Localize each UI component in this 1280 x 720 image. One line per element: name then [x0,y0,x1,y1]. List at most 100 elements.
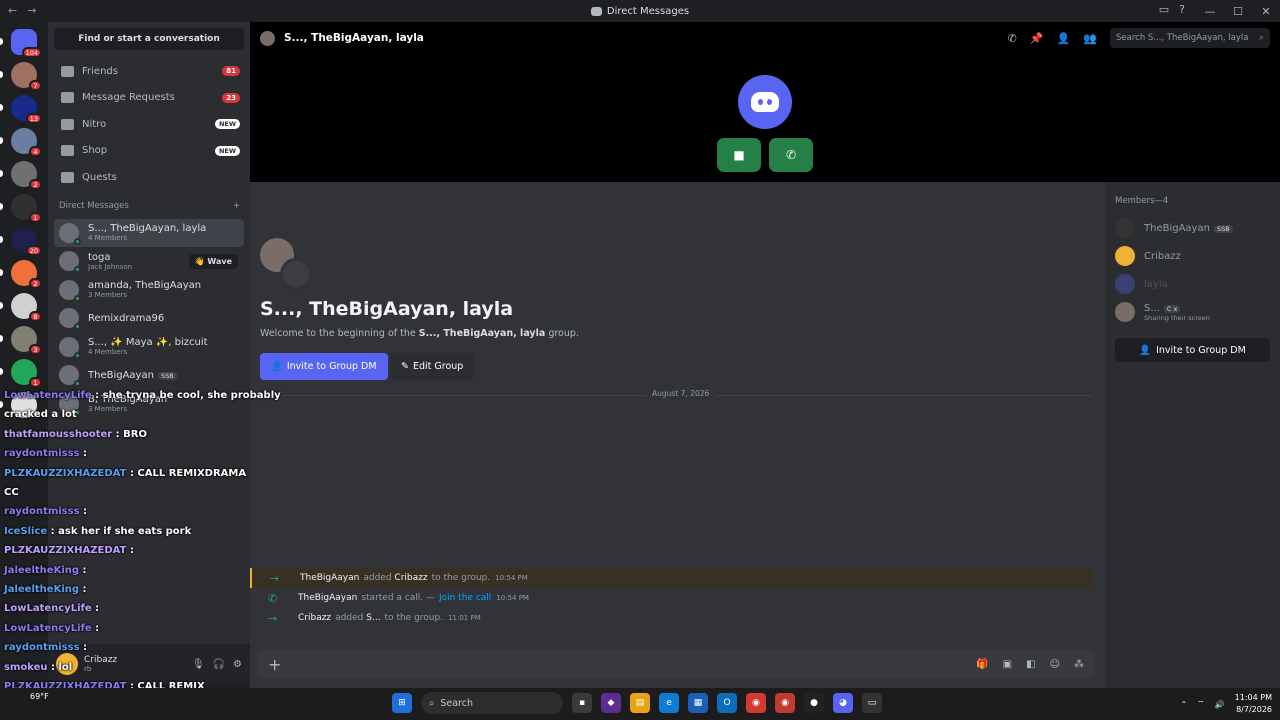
dm-subtext: 3 Members [88,291,128,300]
message-composer[interactable]: + 🎁 ▣ ◧ ☺ ⁂ [258,650,1094,678]
server-icon[interactable]: 20 [0,227,42,256]
message-timestamp: 10:54 PM [496,594,529,602]
nav-message-requests[interactable]: Message Requests 23 [48,85,250,112]
store-icon[interactable]: ▦ [688,693,708,713]
member-item[interactable]: layla [1115,270,1270,298]
outlook-icon[interactable]: O [717,693,737,713]
app-icon[interactable]: ▭ [862,693,882,713]
headphones-icon[interactable]: 🎧 [213,659,225,670]
message-target[interactable]: Cribazz [394,573,427,583]
taskbar-search-label: Search [440,697,473,709]
nav-friends[interactable]: Friends 81 [48,58,250,85]
chrome-icon[interactable]: ◉ [746,693,766,713]
message-author[interactable]: TheBigAayan [300,573,359,583]
wave-button[interactable]: 👋 Wave [188,253,238,269]
apps-icon[interactable]: ⁂ [1074,659,1084,670]
emoji-icon[interactable]: ☺ [1050,659,1060,670]
chrome-profile-icon[interactable]: ◉ [775,693,795,713]
help-icon[interactable]: ? [1179,3,1185,16]
create-dm-icon[interactable]: + [233,201,240,215]
server-icon[interactable]: 4 [0,128,42,157]
back-icon[interactable]: ← [8,4,17,17]
call-icon: ✆ [268,591,278,605]
forward-icon[interactable]: → [27,4,36,17]
dm-item[interactable]: amanda, TheBigAayan 3 Members [54,276,244,305]
nav-quests[interactable]: Quests [48,164,250,191]
join-call-link[interactable]: Join the call [439,593,491,603]
file-explorer-icon[interactable]: ▤ [630,693,650,713]
unread-indicator [0,104,3,111]
invite-to-group-button[interactable]: 👤 Invite to Group DM [260,353,388,380]
tray-chevron-icon[interactable]: ⌃ [1180,700,1187,709]
message-author[interactable]: Cribazz [298,613,331,623]
pin-icon[interactable]: 📌 [1030,32,1044,45]
dm-item[interactable]: toga Jack Johnson 👋 Wave [54,247,244,276]
server-icon[interactable]: 2 [0,161,42,190]
call-area: ■ ✆ [250,54,1280,182]
inbox-icon[interactable]: ▭ [1159,3,1169,16]
server-icon[interactable]: 1 [0,359,42,388]
clock-time: 11:04 PM [1234,693,1272,702]
settings-gear-icon[interactable]: ⚙ [233,659,242,670]
obs-icon[interactable]: ● [804,693,824,713]
edge-icon[interactable]: e [659,693,679,713]
upload-plus-icon[interactable]: + [268,655,281,674]
taskbar-search[interactable]: ⌕ Search [421,692,563,714]
avatar [59,365,81,388]
server-icon[interactable]: 7 [0,62,42,91]
join-voice-button[interactable]: ✆ [769,138,813,172]
server-icon[interactable] [0,392,37,418]
search-input[interactable]: Search S..., TheBigAayan, layla ⌕ [1110,28,1270,48]
discord-taskbar-icon[interactable]: ◕ [833,693,853,713]
member-invite-button[interactable]: 👤 Invite to Group DM [1115,338,1270,362]
windows-start-icon[interactable]: ⊞ [392,693,412,713]
gift-icon[interactable]: 🎁 [976,659,988,670]
status-indicator [74,408,81,416]
maximize-icon[interactable]: ☐ [1224,0,1252,22]
server-icon[interactable]: 1 [0,194,42,223]
member-item[interactable]: Cribazz [1115,242,1270,270]
server-icon[interactable]: 13 [0,95,42,124]
volume-icon[interactable]: 🔊 [1215,700,1225,709]
voice-call-icon[interactable]: ✆ [1008,32,1017,45]
microphone-icon[interactable]: 🎙 [192,659,205,670]
nav-nitro[interactable]: Nitro NEW [48,111,250,138]
dm-item[interactable]: B, TheBigAayan 3 Members [54,390,244,419]
edit-group-button[interactable]: ✎ Edit Group [390,353,475,380]
minimize-icon[interactable]: — [1196,0,1224,22]
clock[interactable]: 11:04 PM 8/7/2026 [1235,692,1272,716]
server-icon[interactable]: 8 [0,293,42,322]
title-bar: ← → Direct Messages ▭ ? — ☐ ✕ [0,0,1280,22]
copilot-icon[interactable]: ◆ [601,693,621,713]
dm-item[interactable]: Remixdrama96 [54,304,244,333]
nav-shop[interactable]: Shop NEW [48,138,250,165]
network-icon[interactable]: ⌔ [1197,699,1205,709]
server-icon[interactable]: 3 [0,326,42,355]
join-video-button[interactable]: ■ [717,138,761,172]
member-list-icon[interactable]: 👥 [1083,32,1097,45]
dm-item[interactable]: S..., TheBigAayan, layla 4 Members [54,218,244,247]
gif-icon[interactable]: ▣ [1003,659,1012,670]
welcome-sub-suffix: group. [545,328,579,339]
avatar[interactable] [56,653,78,675]
avatar [1115,274,1135,294]
task-view-icon[interactable]: ▪ [572,693,592,713]
join-arrow-icon: → [270,571,280,585]
dm-sidebar: Find or start a conversation Friends 81 Me… [48,22,250,644]
channel-header: S..., TheBigAayan, layla ✆ 📌 👤 👥 Search … [250,22,1280,54]
home-button[interactable]: 104 [0,29,42,58]
message-author[interactable]: TheBigAayan [298,593,357,603]
weather-widget[interactable]: 69°F [30,692,49,701]
find-conversation-button[interactable]: Find or start a conversation [54,28,244,50]
close-icon[interactable]: ✕ [1252,0,1280,22]
member-item[interactable]: S... C x Sharing their screen [1115,298,1270,326]
edit-label: Edit Group [412,361,464,372]
sticker-icon[interactable]: ◧ [1026,659,1035,670]
add-friends-icon[interactable]: 👤 [1057,32,1071,45]
server-icon[interactable]: 2 [0,260,42,289]
window-title-text: Direct Messages [606,5,690,17]
message-target[interactable]: S... [366,613,380,623]
member-item[interactable]: TheBigAayan SSB [1115,214,1270,242]
dm-item[interactable]: S..., ✨ Maya ✨, bizcuit 4 Members [54,333,244,362]
dm-item[interactable]: TheBigAayan SSB [54,361,244,390]
